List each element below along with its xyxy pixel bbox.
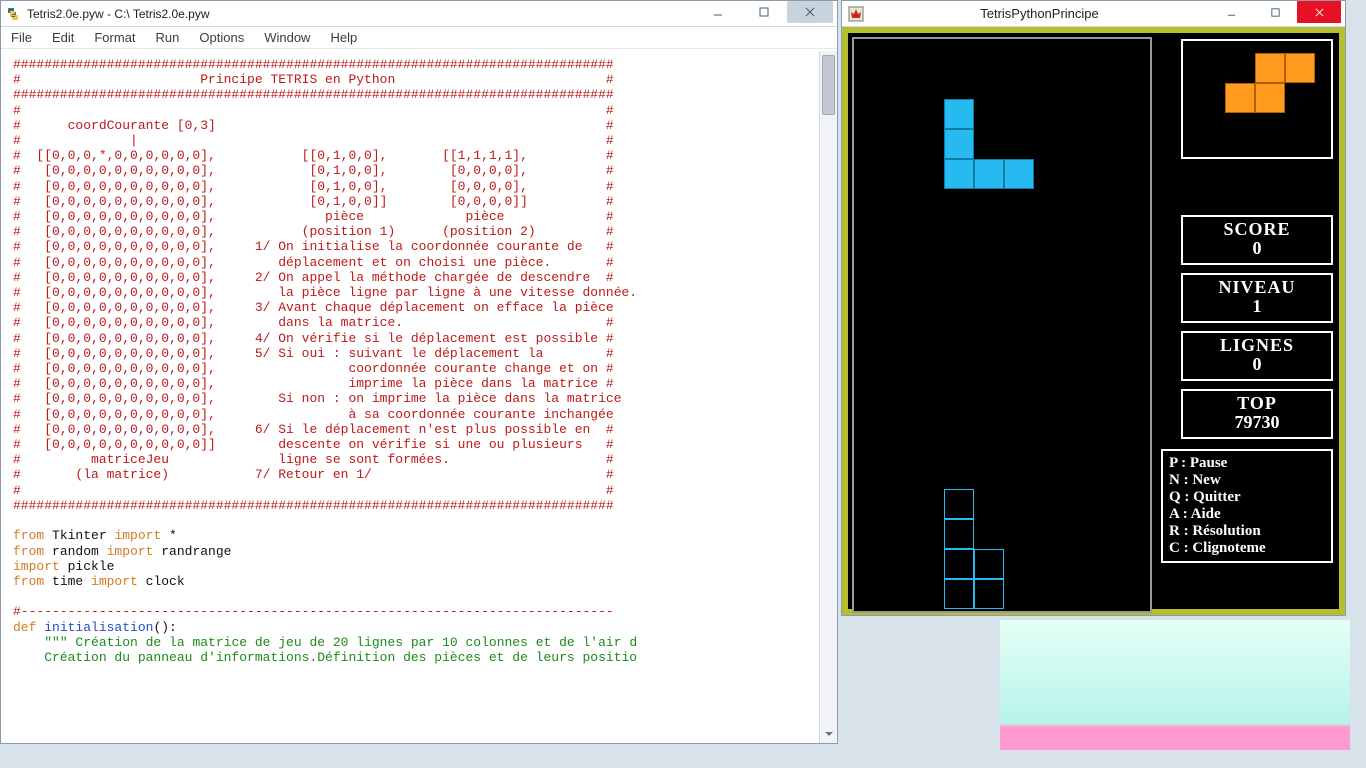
scrollbar-thumb[interactable] xyxy=(822,55,835,115)
help-row: A : Aide xyxy=(1169,506,1325,523)
next-piece-preview xyxy=(1181,39,1333,159)
ghost-cell xyxy=(944,489,974,519)
tetris-playfield[interactable] xyxy=(852,37,1152,613)
menu-help[interactable]: Help xyxy=(330,30,357,45)
stat-value: 0 xyxy=(1183,354,1331,375)
help-panel: P : PauseN : NewQ : QuitterA : AideR : R… xyxy=(1161,449,1333,563)
stat-label: LIGNES xyxy=(1183,335,1331,356)
help-row: N : New xyxy=(1169,472,1325,489)
code-text-area[interactable]: ########################################… xyxy=(1,51,819,743)
idle-menubar: File Edit Format Run Options Window Help xyxy=(1,27,837,49)
preview-cell xyxy=(1225,83,1255,113)
tetromino-cell xyxy=(944,129,974,159)
help-row: Q : Quitter xyxy=(1169,489,1325,506)
preview-cell xyxy=(1285,53,1315,83)
tk-icon xyxy=(848,6,864,22)
stat-value: 1 xyxy=(1183,296,1331,317)
ghost-cell xyxy=(944,579,974,609)
stat-label: SCORE xyxy=(1183,219,1331,240)
stat-score: SCORE 0 xyxy=(1181,215,1333,265)
game-window-title: TetrisPythonPrincipe xyxy=(870,6,1209,21)
ghost-cell xyxy=(974,549,1004,579)
help-row: P : Pause xyxy=(1169,455,1325,472)
game-window-wrapper: TetrisPythonPrincipe SCORE 0 NIVE xyxy=(841,0,1346,616)
minimize-button[interactable] xyxy=(1209,1,1253,23)
tetromino-cell xyxy=(944,99,974,129)
game-titlebar[interactable]: TetrisPythonPrincipe xyxy=(842,1,1345,27)
preview-cell xyxy=(1255,53,1285,83)
game-window: TetrisPythonPrincipe SCORE 0 NIVE xyxy=(841,0,1346,616)
vertical-scrollbar[interactable] xyxy=(819,51,837,743)
stat-niveau: NIVEAU 1 xyxy=(1181,273,1333,323)
menu-file[interactable]: File xyxy=(11,30,32,45)
stat-value: 79730 xyxy=(1183,412,1331,433)
stat-label: TOP xyxy=(1183,393,1331,414)
stat-top: TOP 79730 xyxy=(1181,389,1333,439)
game-window-controls xyxy=(1209,1,1341,26)
ghost-cell xyxy=(944,549,974,579)
idle-titlebar[interactable]: Tetris2.0e.pyw - C:\ Tetris2.0e.pyw xyxy=(1,1,837,27)
python-idle-icon xyxy=(5,6,21,22)
idle-window-controls xyxy=(695,1,833,26)
close-button[interactable] xyxy=(1297,1,1341,23)
tetromino-cell xyxy=(974,159,1004,189)
stat-value: 0 xyxy=(1183,238,1331,259)
close-button[interactable] xyxy=(787,1,833,23)
minimize-button[interactable] xyxy=(695,1,741,23)
help-row: C : Clignoteme xyxy=(1169,540,1325,557)
game-body: SCORE 0 NIVEAU 1 LIGNES 0 TOP 79730 xyxy=(842,27,1345,615)
background-window-strip xyxy=(1000,620,1350,750)
menu-format[interactable]: Format xyxy=(94,30,135,45)
scroll-down-arrow-icon[interactable] xyxy=(820,725,837,743)
maximize-button[interactable] xyxy=(1253,1,1297,23)
preview-cell xyxy=(1255,83,1285,113)
ghost-cell xyxy=(944,519,974,549)
idle-editor: ########################################… xyxy=(1,51,837,743)
menu-window[interactable]: Window xyxy=(264,30,310,45)
game-sidebar: SCORE 0 NIVEAU 1 LIGNES 0 TOP 79730 xyxy=(1156,33,1339,609)
game-inner: SCORE 0 NIVEAU 1 LIGNES 0 TOP 79730 xyxy=(848,33,1339,609)
help-row: R : Résolution xyxy=(1169,523,1325,540)
tetromino-cell xyxy=(1004,159,1034,189)
idle-window: Tetris2.0e.pyw - C:\ Tetris2.0e.pyw File… xyxy=(0,0,838,744)
idle-window-title: Tetris2.0e.pyw - C:\ Tetris2.0e.pyw xyxy=(27,7,695,21)
menu-run[interactable]: Run xyxy=(156,30,180,45)
stat-lignes: LIGNES 0 xyxy=(1181,331,1333,381)
menu-options[interactable]: Options xyxy=(199,30,244,45)
maximize-button[interactable] xyxy=(741,1,787,23)
stat-label: NIVEAU xyxy=(1183,277,1331,298)
ghost-cell xyxy=(974,579,1004,609)
tetromino-cell xyxy=(944,159,974,189)
menu-edit[interactable]: Edit xyxy=(52,30,74,45)
